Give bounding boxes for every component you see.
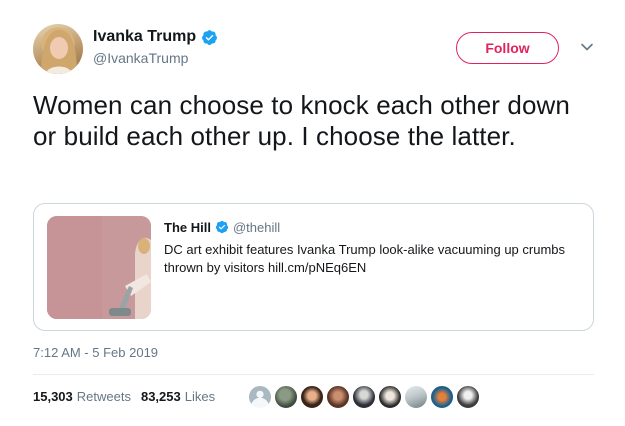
quoted-tweet-text: DC art exhibit features Ivanka Trump loo…	[164, 242, 566, 275]
likes-label: Likes	[184, 389, 216, 404]
liker-avatar-9[interactable]	[456, 385, 480, 409]
quoted-tweet-card[interactable]: The Hill @thehill DC art exhibit feature…	[33, 203, 594, 331]
liker-avatar-6[interactable]	[378, 385, 402, 409]
quoted-tweet-thumbnail	[47, 216, 151, 319]
tweet-timestamp[interactable]: 7:12 AM - 5 Feb 2019	[33, 345, 158, 360]
liker-avatar-1[interactable]	[248, 385, 272, 409]
liker-avatar-8[interactable]	[430, 385, 454, 409]
author-name-row: Ivanka Trump	[93, 27, 218, 47]
retweets-stat[interactable]: 15,303 Retweets	[33, 389, 131, 404]
chevron-down-icon[interactable]	[580, 40, 594, 54]
author-handle[interactable]: @IvankaTrump	[93, 50, 218, 66]
tweet-text: Women can choose to knock each other dow…	[33, 90, 570, 151]
liker-avatar-2[interactable]	[274, 385, 298, 409]
quoted-author-handle: @thehill	[232, 219, 281, 235]
follow-button[interactable]: Follow	[456, 32, 559, 64]
liker-avatar-4[interactable]	[326, 385, 350, 409]
author-avatar-image	[41, 30, 77, 74]
quoted-tweet-body: The Hill @thehill DC art exhibit feature…	[164, 218, 584, 277]
author-block: Ivanka Trump @IvankaTrump	[93, 27, 218, 66]
author-name[interactable]: Ivanka Trump	[93, 28, 196, 46]
divider	[33, 374, 594, 375]
verified-badge-icon	[201, 29, 218, 46]
quoted-tweet-header: The Hill @thehill	[164, 218, 584, 236]
retweets-label: Retweets	[76, 389, 131, 404]
liker-avatar-5[interactable]	[352, 385, 376, 409]
retweets-count: 15,303	[33, 389, 73, 404]
likes-count: 83,253	[140, 389, 181, 404]
verified-badge-icon	[215, 220, 229, 234]
liker-avatar-7[interactable]	[404, 385, 428, 409]
quoted-author-name: The Hill	[164, 219, 211, 235]
likers-avatar-strip	[248, 385, 482, 409]
likes-stat[interactable]: 83,253 Likes	[141, 389, 215, 404]
liker-avatar-3[interactable]	[300, 385, 324, 409]
author-avatar[interactable]	[33, 24, 83, 74]
tweet-stats: 15,303 Retweets 83,253 Likes	[33, 389, 215, 404]
